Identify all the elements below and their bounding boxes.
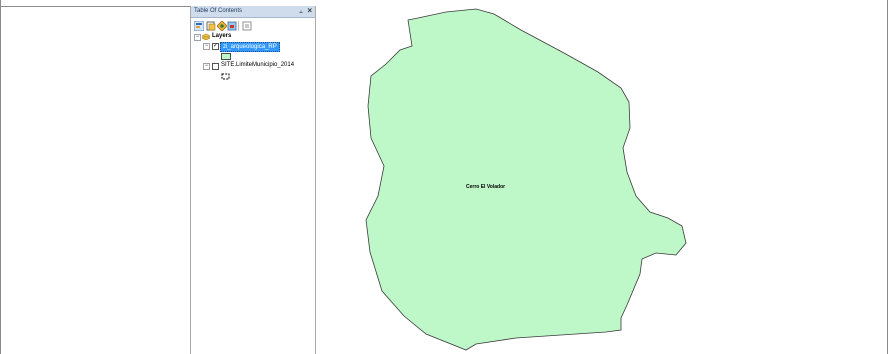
toc-toolbar [191,18,315,33]
list-by-source-icon[interactable] [206,21,216,31]
collapse-layer-1-icon[interactable]: − [203,43,210,50]
layer-2-label[interactable]: SITE.LimiteMunicipio_2014 [221,61,294,70]
list-by-drawing-order-icon[interactable] [194,21,204,31]
toc-title-bar: Table Of Contents ⫠ × [191,6,315,18]
layer-1-symbol-swatch[interactable] [221,53,231,60]
layer-2-outline-symbol-icon[interactable] [221,73,230,80]
cerro-el-volador-polygon[interactable] [365,8,687,351]
window-left-edge [0,0,1,354]
layer-2-visibility-checkbox[interactable] [212,63,219,70]
layer-1-label[interactable]: zi_arqueologica_RP [220,42,280,52]
close-icon[interactable]: × [307,6,312,16]
pin-icon[interactable]: ⫠ [299,6,303,17]
collapse-layers-icon[interactable]: − [194,34,201,41]
options-icon[interactable] [242,21,252,31]
map-display[interactable]: Cerro El Volador [316,6,887,354]
feature-label: Cerro El Volador [466,184,506,190]
layers-root-label[interactable]: Layers [212,32,231,41]
toc-title: Table Of Contents [194,8,243,14]
layer-1-visibility-checkbox[interactable]: ✓ [212,43,219,50]
map-canvas [365,8,687,351]
layers-icon [202,33,210,40]
list-by-selection-icon[interactable] [227,21,237,31]
table-of-contents-panel: Table Of Contents ⫠ × − Layers − ✓ zi_ar… [190,6,316,354]
list-by-visibility-icon[interactable] [217,21,227,31]
toolbar-separator [238,21,239,31]
collapse-layer-2-icon[interactable]: − [203,63,210,70]
